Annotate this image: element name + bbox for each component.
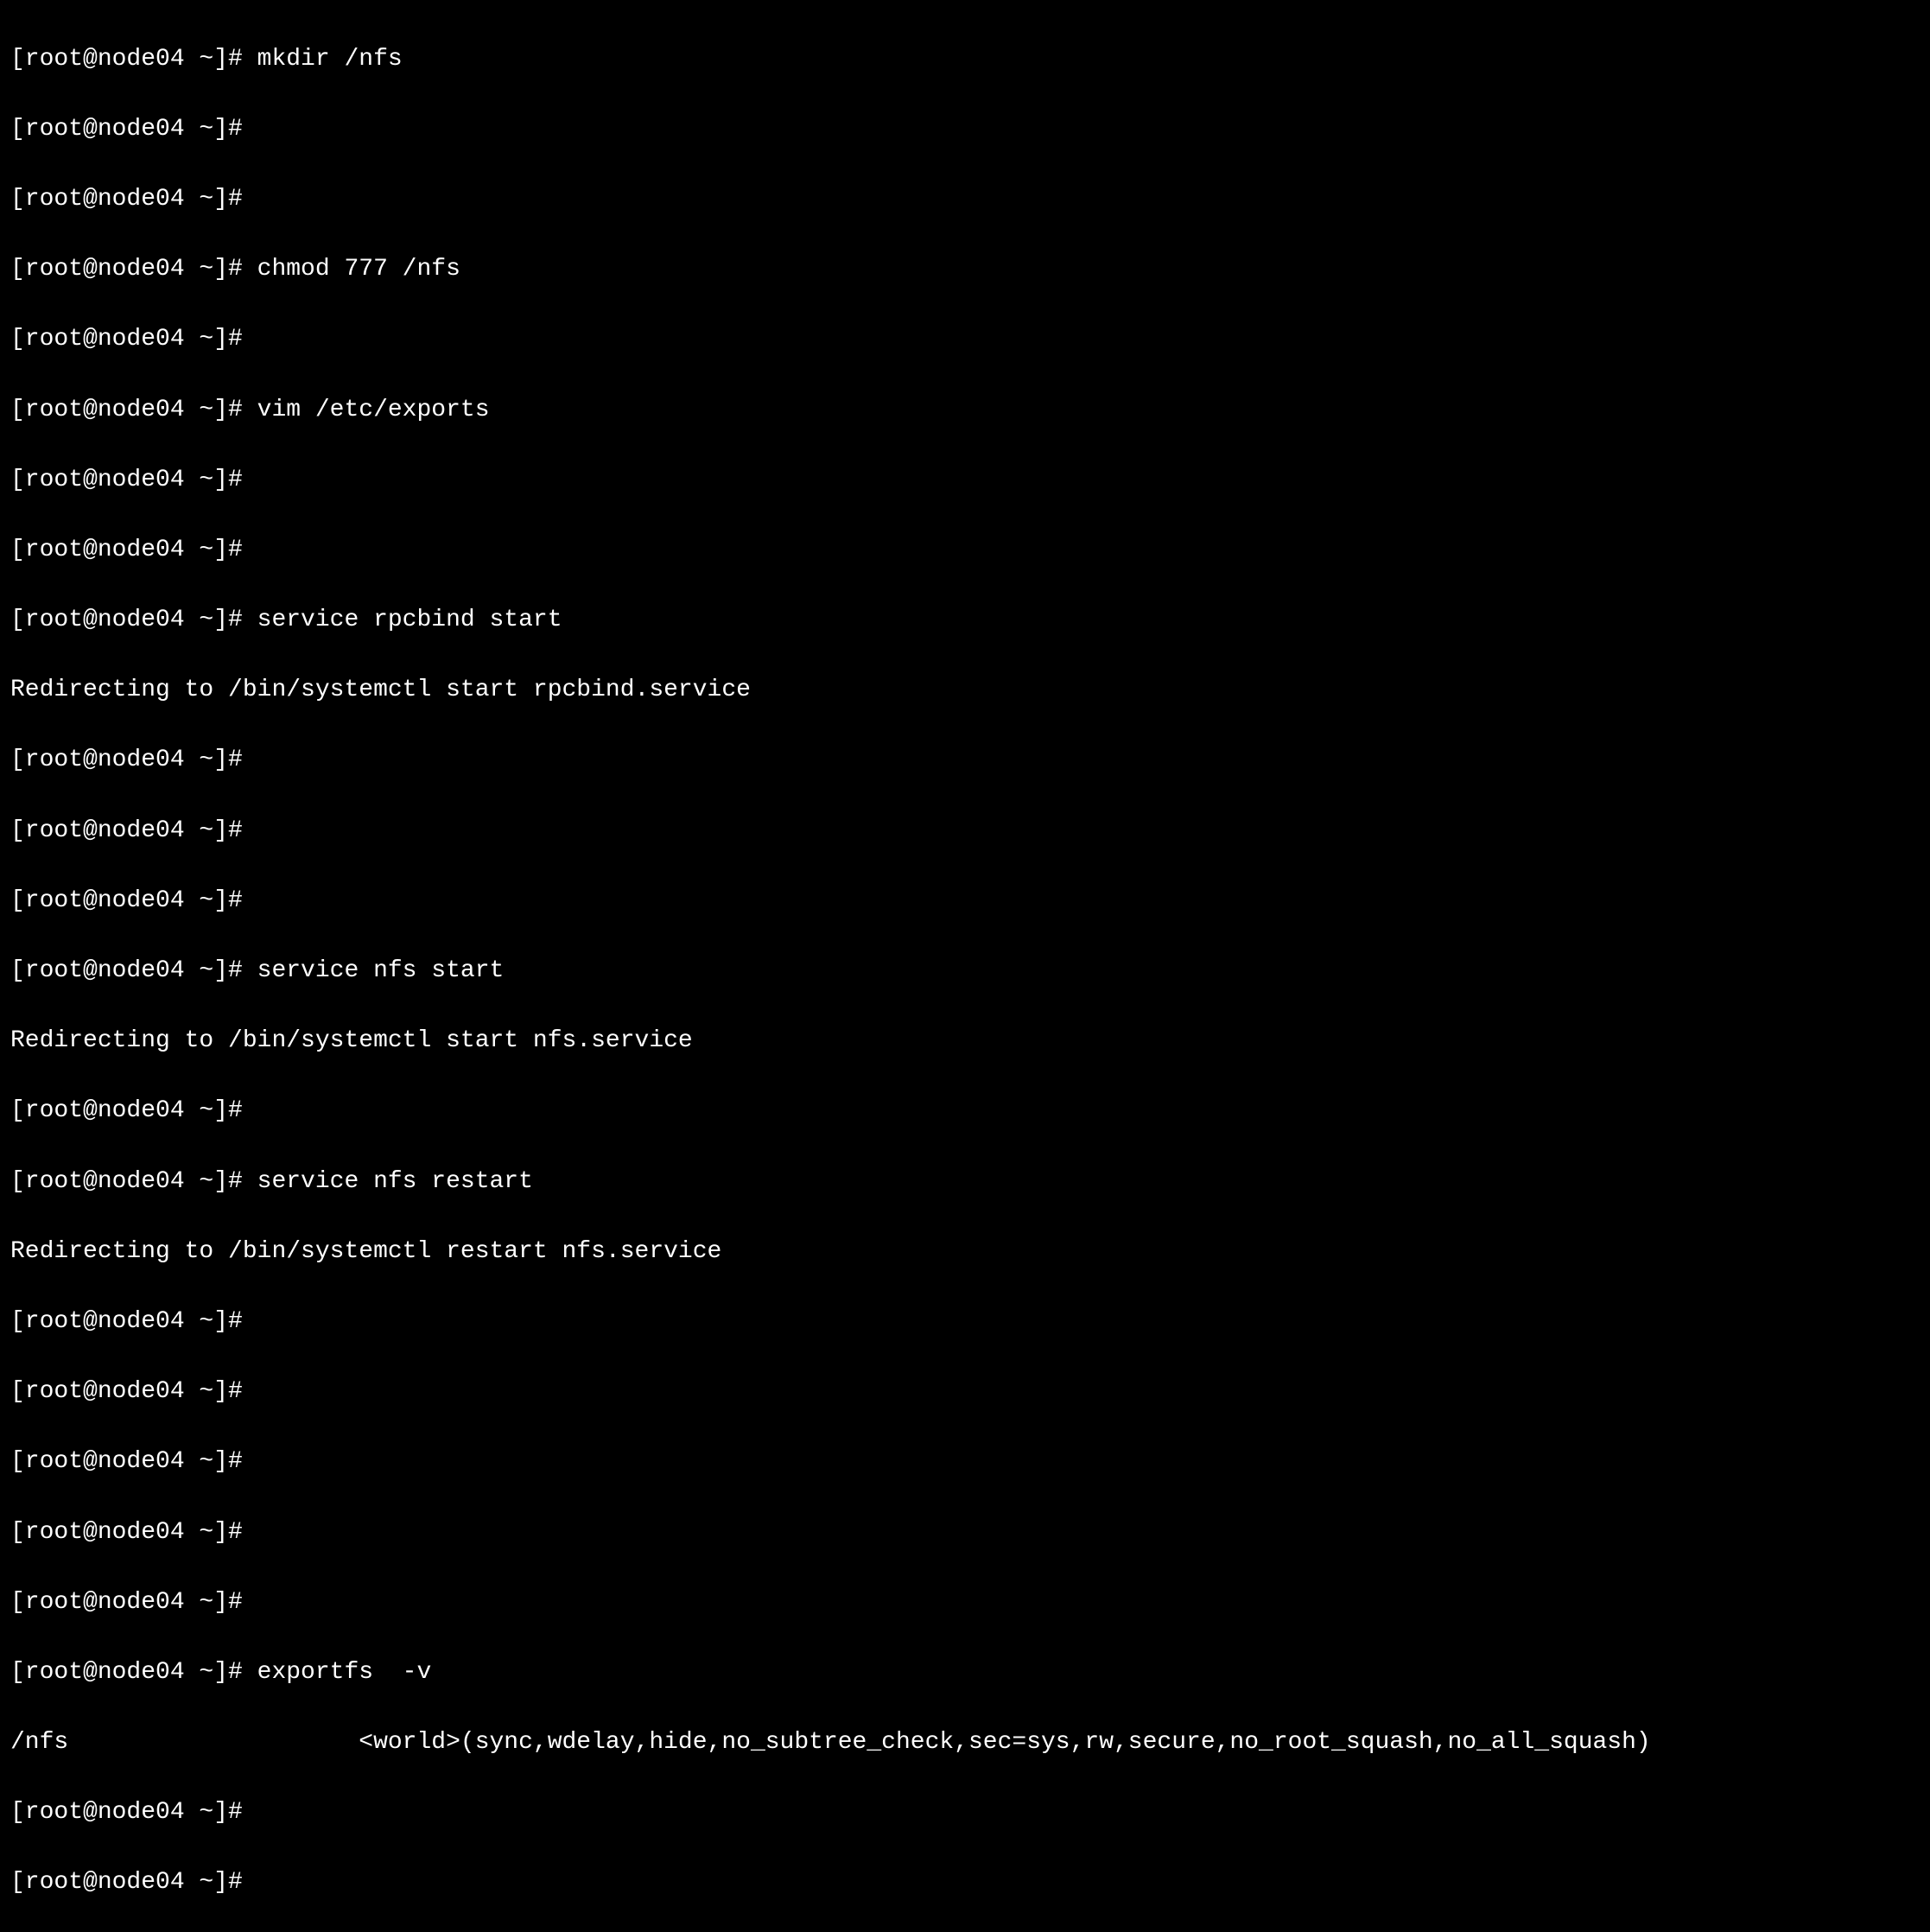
terminal-prompt-line: [root@node04 ~]# — [10, 1094, 1920, 1129]
terminal-prompt-line: [root@node04 ~]# mkdir /nfs — [10, 42, 1920, 78]
terminal-prompt-line: [root@node04 ~]# — [10, 884, 1920, 919]
terminal-prompt-line: [root@node04 ~]# — [10, 533, 1920, 569]
terminal-prompt-line: [root@node04 ~]# service nfs restart — [10, 1165, 1920, 1200]
terminal-prompt-line: [root@node04 ~]# service nfs start — [10, 954, 1920, 989]
terminal-prompt-line: [root@node04 ~]# — [10, 463, 1920, 499]
terminal-prompt-line: [root@node04 ~]# exportfs -v — [10, 1656, 1920, 1691]
terminal-output-line: /nfs <world>(sync,wdelay,hide,no_subtree… — [10, 1725, 1920, 1761]
terminal-prompt-line: [root@node04 ~]# — [10, 1586, 1920, 1621]
terminal-window[interactable]: [root@node04 ~]# mkdir /nfs [root@node04… — [10, 7, 1920, 1932]
terminal-prompt-line: [root@node04 ~]# — [10, 322, 1920, 358]
terminal-prompt-line: [root@node04 ~]# chmod 777 /nfs — [10, 252, 1920, 288]
terminal-prompt-line: [root@node04 ~]# service rpcbind start — [10, 603, 1920, 639]
terminal-prompt-line: [root@node04 ~]# — [10, 1305, 1920, 1340]
terminal-prompt-line: [root@node04 ~]# — [10, 112, 1920, 148]
terminal-prompt-line: [root@node04 ~]# — [10, 1865, 1920, 1901]
terminal-output-line: Redirecting to /bin/systemctl start rpcb… — [10, 673, 1920, 709]
terminal-prompt-line: [root@node04 ~]# — [10, 814, 1920, 849]
terminal-prompt-line: [root@node04 ~]# — [10, 743, 1920, 779]
terminal-output-line: Redirecting to /bin/systemctl start nfs.… — [10, 1024, 1920, 1059]
terminal-prompt-line: [root@node04 ~]# vim /etc/exports — [10, 393, 1920, 429]
terminal-prompt-line: [root@node04 ~]# — [10, 1795, 1920, 1831]
terminal-prompt-line: [root@node04 ~]# — [10, 1445, 1920, 1480]
terminal-prompt-line: [root@node04 ~]# — [10, 182, 1920, 218]
terminal-output-line: Redirecting to /bin/systemctl restart nf… — [10, 1235, 1920, 1270]
terminal-prompt-line: [root@node04 ~]# — [10, 1516, 1920, 1551]
terminal-prompt-line: [root@node04 ~]# — [10, 1375, 1920, 1410]
